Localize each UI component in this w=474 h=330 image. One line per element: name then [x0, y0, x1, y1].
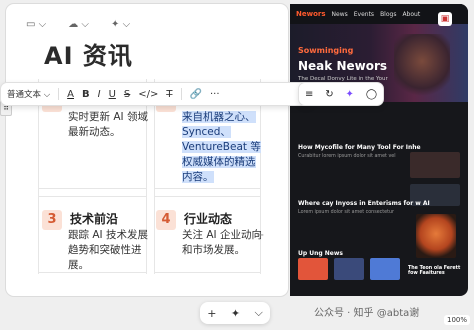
font-color-button[interactable]: A [67, 89, 74, 100]
more-icon[interactable]: ··· [210, 89, 220, 100]
chevron-down-icon: ⌵ [122, 18, 131, 30]
ai-dropdown[interactable]: ✦ ⌵ [105, 17, 136, 32]
underline-button[interactable]: U [109, 89, 116, 100]
web-section-title: How Mycofile for Many Tool For Inhe [298, 144, 421, 151]
add-block-icon[interactable]: + [256, 230, 264, 241]
grid-line [154, 188, 260, 189]
zoom-level[interactable]: 100% [444, 315, 471, 325]
grid-line [154, 79, 155, 274]
grid-line [154, 272, 260, 273]
chevron-down-icon: ⌵ [38, 18, 47, 30]
web-nav-item[interactable]: About [402, 11, 420, 18]
redo-icon[interactable]: ↻ [325, 89, 333, 100]
web-nav-item[interactable]: Events [354, 11, 374, 18]
grid-line [38, 196, 146, 197]
web-section-title: Where cay Inyoss in Enterisms for w AI [298, 200, 430, 207]
card-heading: 行业动态 [184, 212, 233, 226]
layout-dropdown[interactable]: ▭ ⌵ [20, 17, 52, 32]
card-number-badge: 3 [42, 210, 62, 230]
hero-portrait [394, 34, 450, 102]
divider [180, 88, 182, 100]
card-body[interactable]: 关注 AI 企业动向 和市场发展。 [182, 228, 262, 258]
hero-subtitle: Sowminging [298, 46, 354, 55]
text-style-label: 普通文本 [7, 90, 42, 100]
web-brand: Newors [296, 10, 326, 18]
web-section-title: Up Ung News [298, 250, 343, 257]
align-icon[interactable]: ≡ [305, 89, 313, 100]
sparkle-icon: ✦ [111, 18, 120, 30]
web-thumbnail[interactable] [370, 258, 400, 280]
web-section-text: Curabitur lorem ipsum dolor sit amet vel [298, 154, 396, 159]
card-line: 内容。 [182, 171, 214, 183]
web-thumbnail[interactable] [416, 214, 456, 258]
ai-sparkle-icon[interactable]: ✦ [346, 89, 354, 100]
web-thumbnail[interactable] [410, 152, 460, 178]
code-button[interactable]: </> [138, 89, 158, 100]
add-button[interactable]: + [207, 307, 216, 320]
card-body-selected[interactable]: 来自机器之心、 Synced、 VentureBeat 等 权威媒体的精选 内容… [182, 110, 261, 185]
card-line: 实时更新 AI 领域 [68, 111, 148, 123]
card-line: 和市场发展。 [182, 244, 245, 256]
theme-dropdown[interactable]: ☁ ⌵ [62, 17, 95, 32]
chevron-down-icon: ⌵ [81, 18, 90, 30]
strikethrough-button[interactable]: S [124, 89, 130, 100]
card-heading: 技术前沿 [70, 212, 119, 226]
card-number-badge: 4 [156, 210, 176, 230]
web-section-text: Lorem ipsum dolor sit amet consectetur [298, 210, 395, 215]
web-nav-item[interactable]: Blogs [380, 11, 396, 18]
web-section-title: The Teon ola Ferett fow Faaitures [408, 266, 461, 276]
grid-line [154, 196, 260, 197]
ai-sparkle-button[interactable]: ✦ [231, 307, 240, 320]
doc-mini-toolbar: ▭ ⌵ ☁ ⌵ ✦ ⌵ [20, 14, 136, 34]
card-line: 展。 [68, 259, 89, 271]
card-line: 关注 AI 企业动向 [182, 229, 262, 241]
comment-icon[interactable]: ◯ [366, 89, 377, 100]
card-line: 权威媒体的精选 [182, 156, 256, 168]
hero-title: Neak Newors [298, 59, 388, 73]
web-thumbnail[interactable] [334, 258, 364, 280]
card-line: 最新动态。 [68, 126, 121, 138]
divider [58, 88, 60, 100]
card-line: 趋势和突破性进 [68, 244, 142, 256]
card-line: Synced、 [182, 126, 231, 138]
web-nav-item[interactable]: News [332, 11, 348, 18]
chevron-down-icon[interactable]: ⌵ [254, 306, 262, 320]
link-icon[interactable]: 🔗 [190, 89, 202, 100]
block-toolbar: ≡ ↻ ✦ ◯ [298, 82, 384, 106]
edit-icon[interactable]: ▣ [438, 12, 452, 26]
card-body[interactable]: 跟踪 AI 技术发展 趋势和突破性进 展。 [68, 228, 148, 273]
document-canvas: ▭ ⌵ ☁ ⌵ ✦ ⌵ AI 资讯 实时更新 AI 领域 最新动态。 来自机器之… [6, 4, 288, 296]
clear-format-button[interactable]: T̶ [166, 89, 172, 100]
text-style-dropdown[interactable]: 普通文本 ⌵ [7, 88, 50, 100]
card-line: VentureBeat 等 [182, 141, 261, 153]
bold-button[interactable]: B [82, 89, 90, 100]
bottom-toolbar: + ✦ ⌵ [200, 302, 270, 324]
grid-line [38, 79, 39, 274]
web-thumbnail[interactable] [298, 258, 328, 280]
watermark: 公众号 · 知乎 @abta谢 [314, 308, 420, 319]
page-title: AI 资讯 [44, 42, 133, 70]
grid-line [38, 188, 146, 189]
card-line: 跟踪 AI 技术发展 [68, 229, 148, 241]
card-body[interactable]: 实时更新 AI 领域 最新动态。 [68, 110, 148, 140]
web-preview: Newors News Events Blogs About Sowmingin… [290, 4, 468, 296]
italic-button[interactable]: I [98, 89, 101, 100]
format-toolbar: 普通文本 ⌵ A B I U S </> T̶ 🔗 ··· [0, 82, 314, 106]
card-line: 来自机器之心、 [182, 111, 256, 123]
